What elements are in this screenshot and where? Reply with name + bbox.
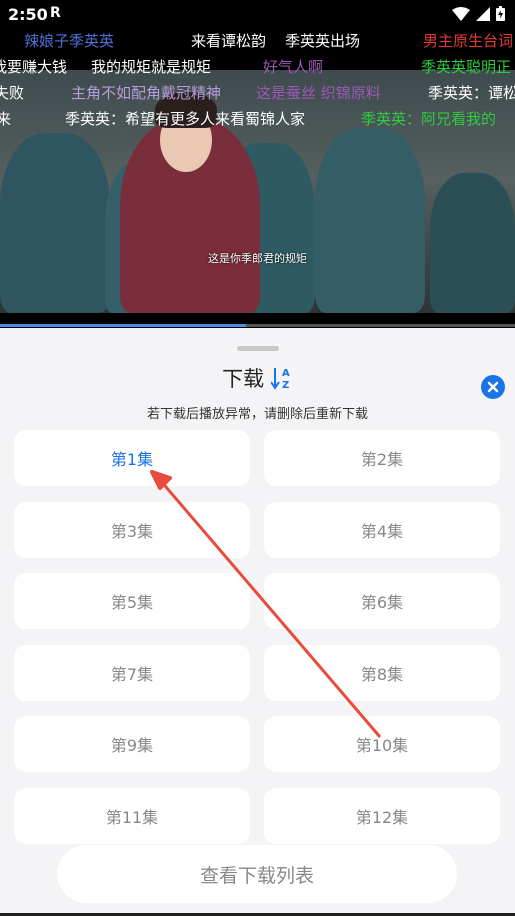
close-icon [487, 381, 499, 393]
episode-button-6[interactable]: 第6集 [264, 573, 500, 629]
video-progress-fill [0, 324, 247, 327]
battery-icon [496, 6, 505, 21]
danmaku-item: 失败 [0, 84, 25, 102]
wifi-icon [452, 6, 470, 21]
episode-button-7[interactable]: 第7集 [14, 645, 250, 701]
danmaku-item: 好气人啊 [263, 58, 324, 76]
danmaku-item: 辣娘子季英英 [24, 32, 115, 50]
danmaku-item: 我的规矩就是规矩 [91, 58, 212, 76]
sort-az-icon[interactable]: A Z [270, 365, 293, 391]
video-player[interactable]: 这是你季郎君的规矩 辣娘子季英英 来看谭松韵 季英英出场 男主原生台词 我要赚大… [0, 28, 515, 328]
danmaku-item: 来 [0, 110, 12, 128]
episode-button-8[interactable]: 第8集 [264, 645, 500, 701]
episode-button-12[interactable]: 第12集 [264, 788, 500, 844]
download-sheet: 下载 A Z 若下载后播放异常，请删除后重新下载 第1集 第2集 第3集 第4集… [0, 330, 515, 916]
svg-text:A: A [282, 368, 290, 379]
download-hint: 若下载后播放异常，请删除后重新下载 [146, 407, 368, 422]
episode-button-3[interactable]: 第3集 [14, 502, 250, 558]
episode-button-11[interactable]: 第11集 [14, 788, 250, 844]
episode-button-2[interactable]: 第2集 [264, 430, 500, 486]
danmaku-item: 这是蚕丝 织锦原料 [256, 84, 381, 102]
danmaku-item: 来看谭松韵 [191, 32, 267, 50]
status-icons [452, 6, 505, 21]
signal-icon [476, 6, 490, 21]
video-subtitle: 这是你季郎君的规矩 [208, 252, 307, 265]
sheet-title-text: 下载 [222, 367, 265, 391]
svg-text:Z: Z [282, 380, 289, 391]
view-download-list-button[interactable]: 查看下载列表 [57, 845, 457, 903]
status-bar: 2:50 R [0, 0, 515, 28]
drag-handle[interactable] [237, 346, 279, 351]
episode-button-4[interactable]: 第4集 [264, 502, 500, 558]
episode-button-10[interactable]: 第10集 [264, 716, 500, 772]
status-time: 2:50 [8, 5, 48, 24]
danmaku-item: 我要赚大钱 [0, 58, 68, 76]
danmaku-item: 季英英：阿兄看我的 [361, 110, 497, 128]
danmaku-item: 季英英：希望有更多人来看蜀锦人家 [65, 110, 306, 128]
danmaku-item: 季英英出场 [285, 32, 361, 50]
danmaku-item: 季英英：谭松 [428, 84, 515, 102]
danmaku-item: 季英英聪明正 [421, 58, 512, 76]
sheet-title: 下载 A Z [0, 363, 515, 393]
close-button[interactable] [481, 375, 505, 399]
app-logo-icon: R [50, 5, 61, 21]
episode-button-9[interactable]: 第9集 [14, 716, 250, 772]
episode-button-5[interactable]: 第5集 [14, 573, 250, 629]
danmaku-item: 男主原生台词 [423, 32, 514, 50]
video-frame [0, 70, 515, 313]
episode-button-1[interactable]: 第1集 [14, 430, 250, 486]
danmaku-item: 主角不如配角戴冠精神 [71, 84, 222, 102]
